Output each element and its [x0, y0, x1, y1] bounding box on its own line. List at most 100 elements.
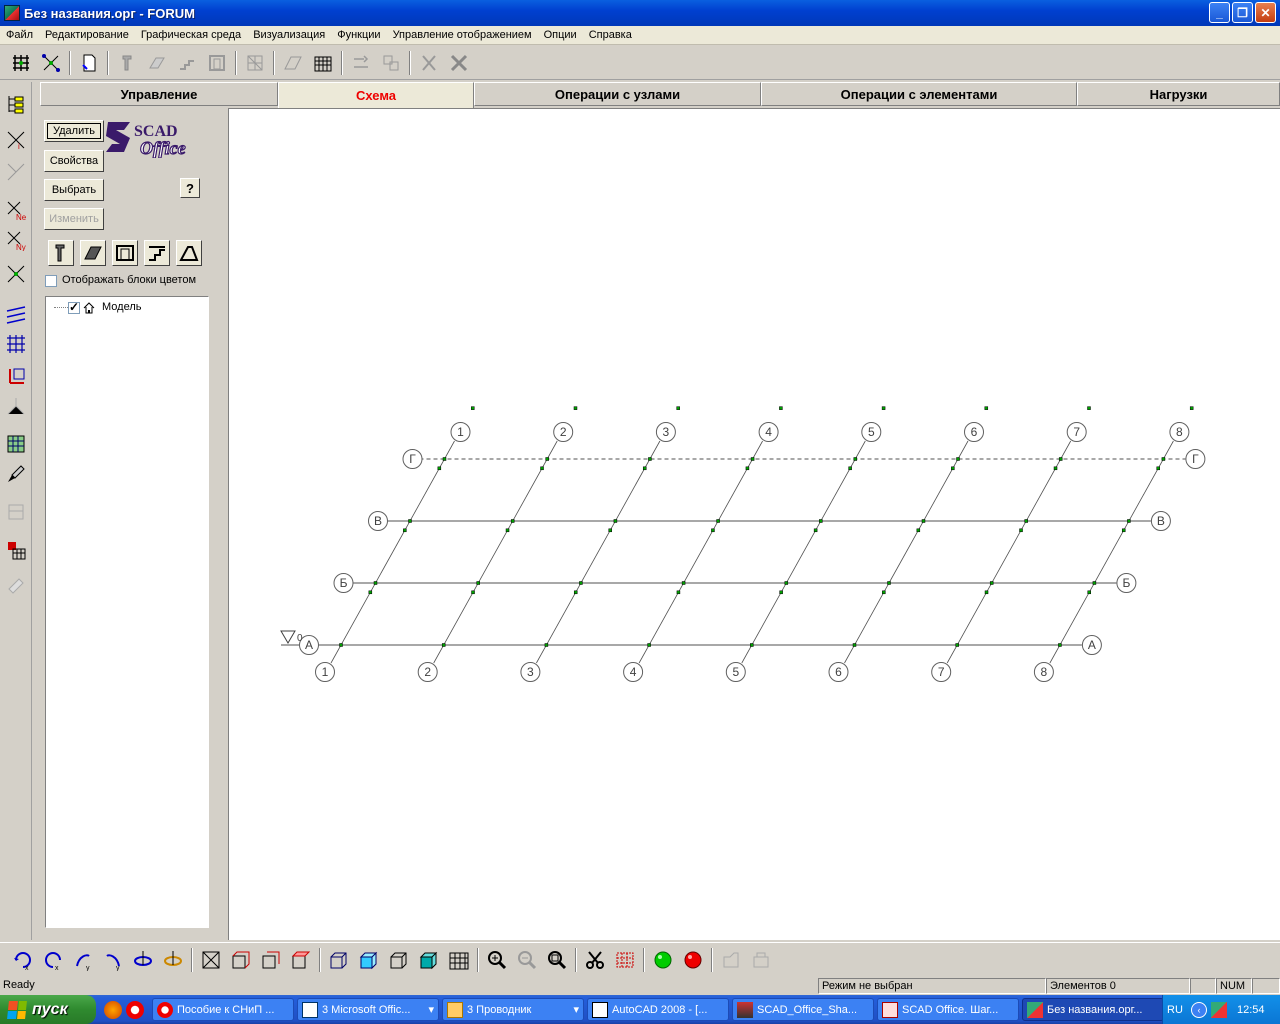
- document-icon[interactable]: [77, 51, 101, 75]
- tab-control[interactable]: Управление: [40, 82, 278, 106]
- menu-graphics[interactable]: Графическая среда: [135, 29, 247, 41]
- status-blank: [1190, 978, 1216, 994]
- app-icon: [4, 5, 20, 21]
- properties-button[interactable]: Свойства: [44, 150, 104, 172]
- cube-wire-icon[interactable]: [325, 946, 353, 974]
- rotate-y-left-icon[interactable]: y: [69, 946, 97, 974]
- shell-block-icon[interactable]: [176, 240, 202, 266]
- view-side-icon[interactable]: [257, 946, 285, 974]
- drawing-canvas[interactable]: А А Б Б В В Г Г 1 1 2 2 3 3 4 4 5 5 6 6 7 7 8 8 0: [228, 108, 1280, 940]
- green-light-icon[interactable]: [649, 946, 677, 974]
- grid-table-icon[interactable]: [311, 51, 335, 75]
- column-line-4: [638, 440, 763, 664]
- cut-fragment-icon[interactable]: [581, 946, 609, 974]
- fragment-grid-icon[interactable]: [445, 946, 473, 974]
- cube-outline-icon[interactable]: [385, 946, 413, 974]
- task-office[interactable]: 3 Microsoft Offic... ▾: [297, 998, 439, 1021]
- row-bubble-start-В-label: В: [374, 514, 382, 528]
- menu-visualization[interactable]: Визуализация: [247, 29, 331, 41]
- status-mode: Режим не выбран: [818, 978, 1046, 994]
- zoom-window-icon[interactable]: [543, 946, 571, 974]
- svg-text:y: y: [116, 965, 120, 971]
- task-scad-step[interactable]: SCAD Office. Шаг...: [877, 998, 1019, 1021]
- node: [779, 590, 783, 595]
- tree-structure-icon[interactable]: [4, 92, 28, 116]
- tray-app-icon[interactable]: [1211, 1001, 1227, 1018]
- table-color-icon[interactable]: [4, 538, 28, 562]
- menu-display-control[interactable]: Управление отображением: [387, 29, 538, 41]
- rotate-y-right-icon[interactable]: y: [99, 946, 127, 974]
- help-button[interactable]: ?: [180, 178, 200, 198]
- column-block-icon[interactable]: [48, 240, 74, 266]
- zoom-in-icon[interactable]: [483, 946, 511, 974]
- cube-solid-icon[interactable]: [355, 946, 383, 974]
- tray-back-icon[interactable]: ‹: [1191, 1001, 1207, 1018]
- rotate-z-left-icon[interactable]: [129, 946, 157, 974]
- edit-button[interactable]: Изменить: [44, 208, 104, 230]
- grid-icon[interactable]: [4, 332, 28, 356]
- hatch-icon[interactable]: [4, 302, 28, 326]
- frame-block-icon[interactable]: [112, 240, 138, 266]
- view-front-icon[interactable]: [227, 946, 255, 974]
- task-autocad[interactable]: AutoCAD 2008 - [...: [587, 998, 729, 1021]
- close-button[interactable]: ✕: [1255, 2, 1276, 23]
- col-bubble-top-3-label: 3: [663, 425, 670, 439]
- axes-icon[interactable]: [4, 364, 28, 388]
- status-num: NUM: [1216, 978, 1252, 994]
- restore-button[interactable]: ❐: [1232, 2, 1253, 23]
- add-nodes-icon[interactable]: [39, 51, 63, 75]
- tab-loads[interactable]: Нагрузки: [1077, 82, 1280, 106]
- col-bubble-top-5-label: 5: [868, 425, 875, 439]
- minimize-button[interactable]: _: [1209, 2, 1230, 23]
- model-tree-label[interactable]: Модель: [102, 301, 141, 313]
- task-snip[interactable]: Пособие к СНиП ...: [152, 998, 294, 1021]
- view-top-icon[interactable]: [287, 946, 315, 974]
- firefox-icon[interactable]: [104, 1000, 122, 1019]
- element-numbers-icon[interactable]: Ne: [4, 198, 28, 222]
- opera-icon[interactable]: [126, 1000, 144, 1019]
- node-numbers-icon[interactable]: Ny: [4, 228, 28, 252]
- brush-icon[interactable]: [4, 462, 28, 486]
- node: [642, 466, 647, 471]
- rotate-x-right-icon[interactable]: x: [39, 946, 67, 974]
- export-disabled-icon: [717, 946, 745, 974]
- nodes-display-icon[interactable]: [4, 262, 28, 286]
- structural-scheme[interactable]: А А Б Б В В Г Г 1 1 2 2 3 3 4 4 5 5 6 6 7 7 8 8 0: [229, 109, 1280, 941]
- model-tree[interactable]: Модель: [45, 296, 209, 928]
- delete-button[interactable]: Удалить: [44, 120, 104, 142]
- node-info-icon[interactable]: i: [4, 128, 28, 152]
- svg-text:Ny: Ny: [16, 243, 26, 251]
- rotate-x-left-icon[interactable]: x: [9, 946, 37, 974]
- grid-nodes-icon[interactable]: [9, 51, 33, 75]
- task-forum[interactable]: Без названия.орг...: [1022, 998, 1164, 1021]
- stair-icon: [175, 51, 199, 75]
- task-explorer[interactable]: 3 Проводник ▾: [442, 998, 584, 1021]
- node: [779, 406, 783, 410]
- model-tree-checkbox[interactable]: [68, 300, 80, 314]
- task-scad-sha[interactable]: SCAD_Office_Sha...: [732, 998, 874, 1021]
- red-light-icon[interactable]: [679, 946, 707, 974]
- language-indicator[interactable]: RU: [1167, 1004, 1185, 1016]
- menu-help[interactable]: Справка: [583, 29, 638, 41]
- logo-bottom-text: Office: [140, 138, 186, 158]
- start-button[interactable]: пуск: [0, 995, 96, 1024]
- plate-block-icon[interactable]: [80, 240, 106, 266]
- svg-text:y: y: [86, 965, 90, 971]
- stair-block-icon[interactable]: [144, 240, 170, 266]
- fill-mesh-icon[interactable]: [4, 432, 28, 456]
- menu-options[interactable]: Опции: [538, 29, 583, 41]
- sections-icon: [4, 500, 28, 524]
- select-button[interactable]: Выбрать: [44, 179, 104, 201]
- rotate-z-right-icon[interactable]: [159, 946, 187, 974]
- cube-shaded-icon[interactable]: [415, 946, 443, 974]
- menu-file[interactable]: Файл: [0, 29, 39, 41]
- tab-node-operations[interactable]: Операции с узлами: [474, 82, 761, 106]
- menu-edit[interactable]: Редактирование: [39, 29, 135, 41]
- menu-functions[interactable]: Функции: [331, 29, 386, 41]
- view-fit-icon[interactable]: [197, 946, 225, 974]
- tab-scheme[interactable]: Схема: [278, 82, 474, 108]
- task-autocad-label: AutoCAD 2008 - [...: [612, 1003, 708, 1016]
- fragment-select-icon[interactable]: [611, 946, 639, 974]
- show-blocks-color-checkbox[interactable]: [45, 275, 57, 287]
- tab-element-operations[interactable]: Операции с элементами: [761, 82, 1077, 106]
